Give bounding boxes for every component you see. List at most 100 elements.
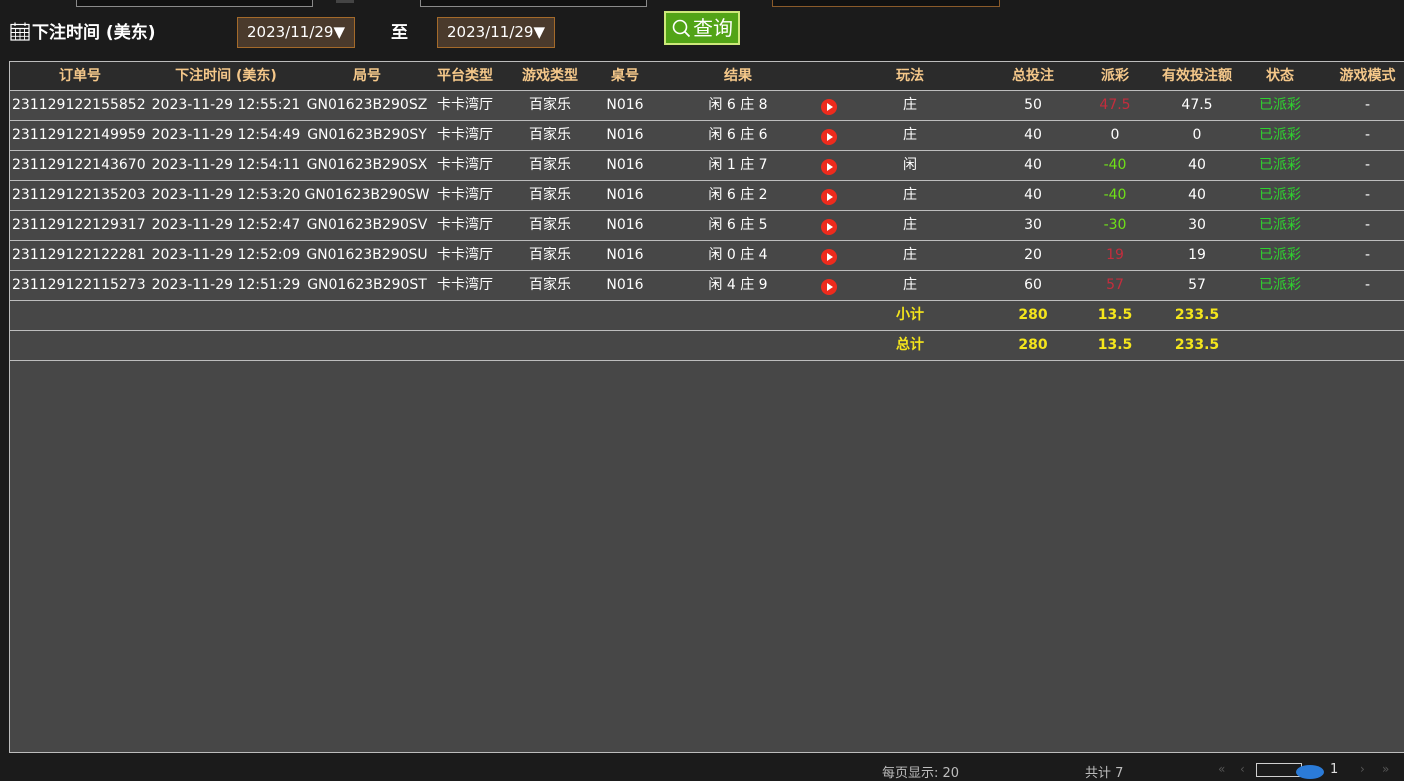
play-type: 庄 <box>903 277 917 293</box>
header-bet-time[interactable]: 下注时间 (美东) <box>150 62 302 91</box>
result: 闲 1 庄 7 <box>708 157 768 173</box>
page-go-button[interactable] <box>1296 765 1324 779</box>
valid-bet: 47.5 <box>1181 97 1213 113</box>
round-no: GN01623B290SZ <box>306 97 428 113</box>
bet-time: 2023-11-29 12:55:21 <box>151 97 301 113</box>
platform: 卡卡湾厅 <box>437 247 493 263</box>
play-video-icon[interactable] <box>821 279 837 295</box>
calendar-icon <box>10 22 30 41</box>
status-badge: 已派彩 <box>1259 157 1301 173</box>
payout: 19 <box>1106 247 1124 263</box>
header-status[interactable]: 状态 <box>1246 62 1314 91</box>
status-badge: 已派彩 <box>1259 277 1301 293</box>
top-separator <box>336 0 354 3</box>
header-game-mode[interactable]: 游戏模式 <box>1330 62 1404 91</box>
bet-time: 2023-11-29 12:54:11 <box>151 157 301 173</box>
status-badge: 已派彩 <box>1259 97 1301 113</box>
first-page-icon[interactable]: « <box>1218 762 1225 776</box>
game-mode: - <box>1364 127 1371 143</box>
bet-records-panel: 订单号 下注时间 (美东) 局号 平台类型 游戏类型 桌号 结果 玩法 总投注 … <box>9 61 1404 753</box>
platform: 卡卡湾厅 <box>437 157 493 173</box>
query-button-label: 查询 <box>693 16 733 40</box>
bet-time: 2023-11-29 12:53:20 <box>151 187 301 203</box>
play-video-icon[interactable] <box>821 99 837 115</box>
total-payout-sum: 13.5 <box>1097 337 1133 353</box>
order-no: 231129122115273 <box>12 277 146 293</box>
table-row: 231129122143670 2023-11-29 12:54:11 GN01… <box>10 151 1404 181</box>
table-no: N016 <box>606 247 644 263</box>
status-badge: 已派彩 <box>1259 187 1301 203</box>
play-video-icon[interactable] <box>821 249 837 265</box>
result: 闲 6 庄 8 <box>708 97 768 113</box>
page-total-text: 1 <box>1330 762 1339 777</box>
table-no: N016 <box>606 157 644 173</box>
game-type: 百家乐 <box>529 157 571 173</box>
header-game-type[interactable]: 游戏类型 <box>516 62 584 91</box>
end-date-picker[interactable]: 2023/11/29▼ <box>437 17 555 48</box>
bet-time: 2023-11-29 12:51:29 <box>151 277 301 293</box>
round-no: GN01623B290SX <box>306 157 428 173</box>
result: 闲 6 庄 6 <box>708 127 768 143</box>
total-bet: 40 <box>1024 127 1042 143</box>
order-no: 231129122135203 <box>12 187 146 203</box>
prev-page-icon[interactable]: ‹ <box>1240 762 1245 776</box>
total-bet: 60 <box>1024 277 1042 293</box>
platform: 卡卡湾厅 <box>437 127 493 143</box>
top-input-2[interactable] <box>420 0 647 7</box>
round-no: GN01623B290SU <box>306 247 428 263</box>
table-row: 231129122115273 2023-11-29 12:51:29 GN01… <box>10 271 1404 301</box>
top-input-1[interactable] <box>76 0 313 7</box>
valid-bet: 40 <box>1188 187 1206 203</box>
header-valid-bet[interactable]: 有效投注额 <box>1157 62 1237 91</box>
round-no: GN01623B290SY <box>307 127 427 143</box>
valid-bet: 0 <box>1192 127 1202 143</box>
order-no: 231129122143670 <box>12 157 146 173</box>
order-no: 231129122155852 <box>12 97 146 113</box>
play-video-icon[interactable] <box>821 159 837 175</box>
header-payout[interactable]: 派彩 <box>1085 62 1145 91</box>
total-bet: 40 <box>1024 157 1042 173</box>
page-number-input[interactable] <box>1256 763 1302 777</box>
last-page-icon[interactable]: » <box>1382 762 1389 776</box>
play-type: 庄 <box>903 127 917 143</box>
order-no: 231129122129317 <box>12 217 146 233</box>
header-play[interactable]: 玩法 <box>875 62 945 91</box>
header-order-no[interactable]: 订单号 <box>10 62 150 91</box>
payout: -30 <box>1103 217 1127 233</box>
query-button[interactable]: 查询 <box>664 11 740 45</box>
bet-time: 2023-11-29 12:54:49 <box>151 127 301 143</box>
game-type: 百家乐 <box>529 217 571 233</box>
play-type: 庄 <box>903 217 917 233</box>
valid-bet: 30 <box>1188 217 1206 233</box>
header-platform[interactable]: 平台类型 <box>433 62 497 91</box>
platform: 卡卡湾厅 <box>437 97 493 113</box>
header-round-no[interactable]: 局号 <box>303 62 431 91</box>
game-type: 百家乐 <box>529 187 571 203</box>
result: 闲 6 庄 2 <box>708 187 768 203</box>
table-row: 231129122155852 2023-11-29 12:55:21 GN01… <box>10 91 1404 121</box>
play-type: 庄 <box>903 187 917 203</box>
game-mode: - <box>1364 247 1371 263</box>
per-page-text: 每页显示: 20 <box>882 766 960 781</box>
table-no: N016 <box>606 277 644 293</box>
play-video-icon[interactable] <box>821 189 837 205</box>
play-video-icon[interactable] <box>821 219 837 235</box>
table-header: 订单号 下注时间 (美东) 局号 平台类型 游戏类型 桌号 结果 玩法 总投注 … <box>10 62 1404 91</box>
header-result[interactable]: 结果 <box>688 62 788 91</box>
play-video-icon[interactable] <box>821 129 837 145</box>
top-filter-strip <box>0 0 1404 8</box>
header-table-no[interactable]: 桌号 <box>595 62 655 91</box>
to-label: 至 <box>391 23 408 43</box>
top-select-3[interactable] <box>772 0 1000 7</box>
start-date-picker[interactable]: 2023/11/29▼ <box>237 17 355 48</box>
game-type: 百家乐 <box>529 247 571 263</box>
next-page-icon[interactable]: › <box>1360 762 1365 776</box>
table-row: 231129122135203 2023-11-29 12:53:20 GN01… <box>10 181 1404 211</box>
total-bet: 20 <box>1024 247 1042 263</box>
total-bet: 30 <box>1024 217 1042 233</box>
date-filter-row: 下注时间 (美东) 2023/11/29▼ 至 2023/11/29▼ 查询 <box>0 10 1404 50</box>
result: 闲 0 庄 4 <box>708 247 768 263</box>
header-total-bet[interactable]: 总投注 <box>995 62 1071 91</box>
bet-time-label: 下注时间 (美东) <box>32 23 156 43</box>
bet-time: 2023-11-29 12:52:47 <box>151 217 301 233</box>
